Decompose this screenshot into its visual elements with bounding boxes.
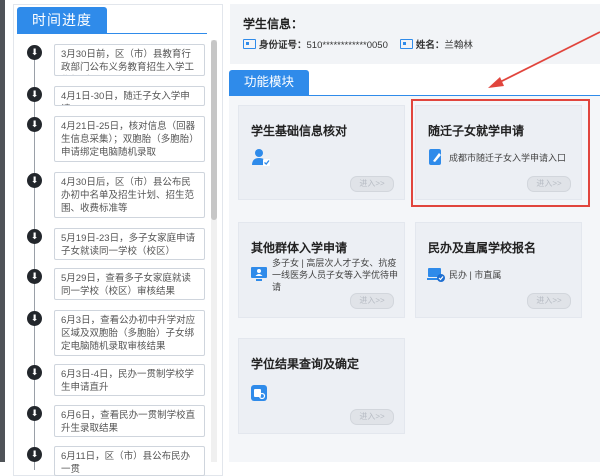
module-title: 其他群体入学申请	[251, 241, 348, 255]
laptop-check-icon	[427, 268, 445, 282]
highlight-box	[411, 99, 590, 207]
result-doc-icon	[251, 385, 267, 401]
student-info-row: 身份证号：510************0050 姓名：兰翰林	[243, 37, 473, 51]
timeline-item: 4月1日-30日，随迁子女入学申请	[54, 86, 205, 106]
student-info-title: 学生信息：	[243, 17, 304, 31]
timeline-item: 6月3日，查看公办初中升学对应区域及双胞胎（多胞胎）子女绑定电脑随机录取审核结果	[54, 310, 205, 356]
timeline-tab[interactable]: 时间进度	[17, 7, 107, 33]
timeline-tab-underline	[17, 33, 207, 34]
timeline-item-text: 6月6日，查看民办一贯制学校直升生录取结果	[61, 410, 196, 434]
timeline-item: 3月30日前，区（市）县教育行政部门公布义务教育招生入学工作细则	[54, 44, 205, 76]
timeline-item: 6月11日，区（市）县公布民办一贯	[54, 446, 205, 476]
window-left-edge	[0, 0, 5, 462]
download-icon: ⬇	[27, 311, 42, 326]
name-value: 兰翰林	[444, 40, 473, 51]
download-icon: ⬇	[27, 117, 42, 132]
download-icon: ⬇	[27, 87, 42, 102]
enter-button[interactable]: 进入>>	[527, 293, 571, 309]
timeline-item: 5月19日-23日，多子女家庭申请子女就读同一学校（校区）	[54, 228, 205, 260]
module-desc: 多子女 | 高层次人才子女、抗疫一线医务人员子女等入学优待申请	[272, 258, 399, 292]
timeline-item-text: 5月29日，查看多子女家庭就读同一学校（校区）审核结果	[61, 273, 191, 297]
id-label: 身份证号：	[259, 40, 307, 51]
timeline-scrollbar-thumb[interactable]	[211, 40, 217, 220]
function-modules-tab[interactable]: 功能模块	[229, 70, 309, 95]
module-result-query[interactable]: 学位结果查询及确定 进入>>	[238, 338, 405, 434]
timeline-item: 4月30日后，区（市）县公布民办初中名单及招生计划、招生范围、收费标准等	[54, 172, 205, 218]
download-icon: ⬇	[27, 45, 42, 60]
timeline-item-text: 4月21日-25日，核对信息（回器生信息采集）；双胞胎（多胞胎）申请绑定电脑随机…	[61, 121, 196, 158]
enter-button[interactable]: 进入>>	[350, 293, 394, 309]
monitor-user-icon	[251, 267, 267, 281]
download-icon: ⬇	[27, 173, 42, 188]
timeline-item: 6月3日-4日，民办一贯制学校学生申请直升	[54, 364, 205, 396]
module-title: 学位结果查询及确定	[251, 357, 360, 371]
name-label: 姓名：	[415, 40, 445, 51]
module-desc: 民办 | 市直属	[449, 270, 502, 280]
module-private-school-registration[interactable]: 民办及直属学校报名 民办 | 市直属 进入>>	[415, 222, 582, 318]
timeline-item-text: 6月11日，区（市）县公布民办一贯	[61, 451, 191, 475]
timeline-item-text: 4月30日后，区（市）县公布民办初中名单及招生计划、招生范围、收费标准等	[61, 177, 195, 214]
download-icon: ⬇	[27, 406, 42, 421]
timeline-item: 4月21日-25日，核对信息（回器生信息采集）；双胞胎（多胞胎）申请绑定电脑随机…	[54, 116, 205, 162]
module-student-info-check[interactable]: 学生基础信息核对 进入>>	[238, 105, 405, 200]
enter-button[interactable]: 进入>>	[350, 409, 394, 425]
download-icon: ⬇	[27, 269, 42, 284]
timeline-item-text: 6月3日-4日，民办一贯制学校学生申请直升	[61, 369, 195, 393]
timeline-item-text: 3月30日前，区（市）县教育行政部门公布义务教育招生入学工作细则	[61, 49, 195, 73]
id-value: 510************0050	[306, 40, 388, 51]
timeline-item: 6月6日，查看民办一贯制学校直升生录取结果	[54, 405, 205, 437]
id-card-icon	[243, 39, 256, 49]
module-title: 学生基础信息核对	[251, 124, 348, 138]
user-check-icon	[252, 149, 270, 166]
enter-button[interactable]: 进入>>	[350, 176, 394, 192]
download-icon: ⬇	[27, 447, 42, 462]
name-card-icon	[399, 39, 413, 49]
download-icon: ⬇	[27, 365, 42, 380]
module-other-groups-application[interactable]: 其他群体入学申请 多子女 | 高层次人才子女、抗疫一线医务人员子女等入学优待申请…	[238, 222, 405, 318]
annotation-arrow-icon	[488, 31, 600, 88]
timeline-item: 5月29日，查看多子女家庭就读同一学校（校区）审核结果	[54, 268, 205, 300]
timeline-item-text: 4月1日-30日，随迁子女入学申请	[61, 91, 190, 105]
download-icon: ⬇	[27, 229, 42, 244]
module-title: 民办及直属学校报名	[428, 241, 537, 255]
timeline-item-text: 5月19日-23日，多子女家庭申请子女就读同一学校（校区）	[61, 233, 196, 257]
timeline-item-text: 6月3日，查看公办初中升学对应区域及双胞胎（多胞胎）子女绑定电脑随机录取审核结果	[61, 315, 196, 352]
